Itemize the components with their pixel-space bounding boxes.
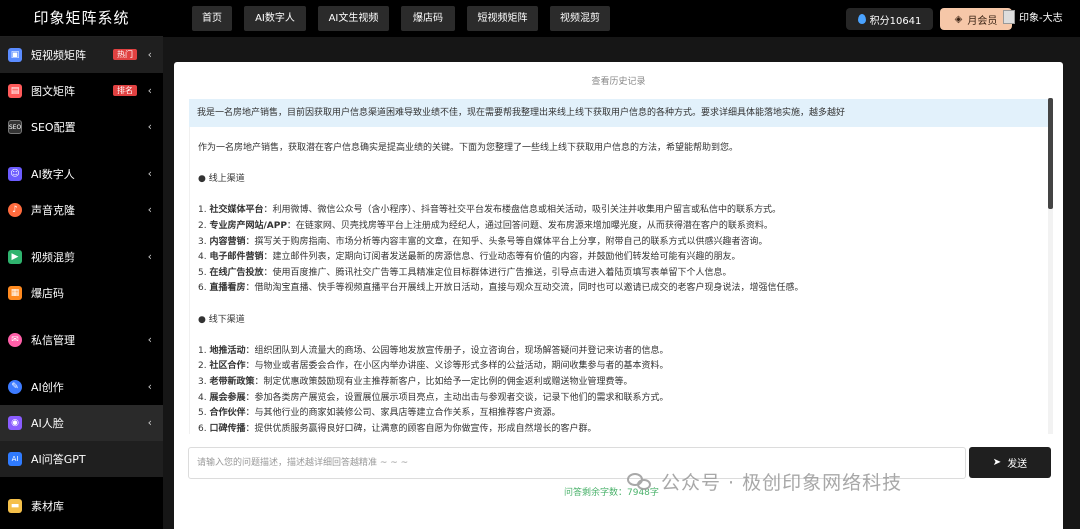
- chevron-left-icon: ‹: [147, 333, 152, 346]
- sidebar-item-label: 私信管理: [31, 334, 75, 347]
- username: 印象-大志: [1019, 13, 1063, 24]
- sidebar-item-ai-gpt[interactable]: AI AI问答GPT: [0, 441, 163, 477]
- sidebar-item-label: 素材库: [31, 500, 64, 513]
- tab-short-video-matrix[interactable]: 短视频矩阵: [467, 6, 538, 31]
- list-item: 2. 专业房产网站/APP：在链家网、贝壳找房等平台上注册成为经纪人，通过回答问…: [198, 220, 773, 231]
- tab-video-edit[interactable]: 视频混剪: [550, 6, 610, 31]
- vip-button[interactable]: ◈ 月会员: [940, 8, 1012, 30]
- rank-badge: 排名: [113, 85, 137, 96]
- hot-badge: 热门: [113, 49, 137, 60]
- history-link[interactable]: 查看历史记录: [174, 74, 1063, 87]
- chevron-left-icon: ‹: [147, 250, 152, 263]
- sidebar-item-label: AI创作: [31, 381, 64, 394]
- sidebar-item-label: SEO配置: [31, 121, 76, 134]
- list-item: 1. 地推活动：组织团队到人流量大的商场、公园等地发放宣传册子，设立咨询台，现场…: [198, 345, 669, 356]
- send-button[interactable]: ➤ 发送: [969, 447, 1051, 478]
- vip-label: 月会员: [967, 15, 998, 27]
- avatar: [1003, 9, 1015, 24]
- app-window: 印象矩阵系统 ▣ 短视频矩阵 热门 ‹ ▤ 图文矩阵 排名 ‹ SEO SEO配…: [0, 0, 1080, 529]
- list-item: 6. 直播看房：借助淘宝直播、快手等视频直播平台开展线上开放日活动，直接与观众互…: [198, 283, 804, 294]
- diamond-icon: ◈: [954, 13, 963, 25]
- sidebar-item-ai-digital-human[interactable]: ☺ AI数字人 ‹: [0, 156, 163, 192]
- topbar: 首页 AI数字人 AI文生视频 爆店码 短视频矩阵 视频混剪 积分10641 ◈…: [163, 0, 1080, 37]
- list-item: 2. 社区合作：与物业或者居委会合作，在小区内举办讲座、义诊等形式多样的公益活动…: [198, 361, 669, 372]
- sidebar-item-short-video-matrix[interactable]: ▣ 短视频矩阵 热门 ‹: [0, 37, 163, 73]
- list-item: 3. 内容营销：撰写关于购房指南、市场分析等内容丰富的文章，在知乎、头条号等自媒…: [198, 236, 768, 247]
- tab-home[interactable]: 首页: [192, 6, 232, 31]
- list-item: 1. 社交媒体平台：利用微博、微信公众号（含小程序）、抖音等社交平台发布楼盘信息…: [198, 205, 781, 216]
- user-menu[interactable]: 印象-大志: [1003, 9, 1063, 24]
- chat-panel: 查看历史记录 我是一名房地产销售，目前因获取用户信息渠道困难导致业绩不佳，现在需…: [174, 62, 1063, 529]
- list-item: 6. 口碑传播：提供优质服务赢得良好口碑，让满意的顾客自愿为你做宣传，形成自然增…: [198, 423, 597, 434]
- send-label: 发送: [1007, 459, 1028, 470]
- watermark: 公众号 · 极创印象网络科技: [627, 468, 902, 495]
- sidebar: 印象矩阵系统 ▣ 短视频矩阵 热门 ‹ ▤ 图文矩阵 排名 ‹ SEO SEO配…: [0, 0, 163, 529]
- ai-answer: 作为一名房地产销售，获取潜在客户信息确实是提高业绩的关键。下面为您整理了一些线上…: [189, 127, 1048, 434]
- sidebar-item-voice-clone[interactable]: ♪ 声音克隆 ‹: [0, 192, 163, 228]
- app-title: 印象矩阵系统: [0, 0, 163, 37]
- sidebar-item-label: 声音克隆: [31, 204, 75, 217]
- scrollbar-thumb[interactable]: [1048, 98, 1053, 209]
- ai-gpt-icon: AI: [8, 452, 22, 466]
- send-plane-icon: ➤: [992, 457, 1002, 468]
- sidebar-item-video-edit[interactable]: ▶ 视频混剪 ‹: [0, 239, 163, 275]
- user-question: 我是一名房地产销售，目前因获取用户信息渠道困难导致业绩不佳，现在需要帮我整理出来…: [189, 99, 1048, 127]
- chevron-left-icon: ‹: [147, 380, 152, 393]
- message-icon: ✉: [8, 333, 22, 347]
- offline-title: ● 线下渠道: [198, 314, 245, 325]
- chevron-left-icon: ‹: [147, 120, 152, 133]
- ai-create-icon: ✎: [8, 380, 22, 394]
- chevron-left-icon: ‹: [147, 48, 152, 61]
- sidebar-item-label: 图文矩阵: [31, 85, 75, 98]
- sidebar-item-ai-create[interactable]: ✎ AI创作 ‹: [0, 369, 163, 405]
- qrcode-icon: ▦: [8, 286, 22, 300]
- folder-icon: ▬: [8, 499, 22, 513]
- sidebar-item-label: 短视频矩阵: [31, 49, 86, 62]
- video-matrix-icon: ▣: [8, 48, 22, 62]
- chevron-left-icon: ‹: [147, 416, 152, 429]
- watermark-text: 公众号 · 极创印象网络科技: [661, 472, 903, 494]
- image-text-icon: ▤: [8, 84, 22, 98]
- sidebar-item-label: 爆店码: [31, 287, 64, 300]
- chevron-left-icon: ‹: [147, 167, 152, 180]
- sidebar-item-label: AI人脸: [31, 417, 64, 430]
- list-item: 5. 合作伙伴：与其他行业的商家如装修公司、家具店等建立合作关系，互相推荐客户资…: [198, 408, 561, 419]
- sidebar-item-message-manage[interactable]: ✉ 私信管理 ‹: [0, 322, 163, 358]
- sidebar-item-image-text-matrix[interactable]: ▤ 图文矩阵 排名 ‹: [0, 73, 163, 109]
- online-title: ● 线上渠道: [198, 174, 245, 185]
- sidebar-item-label: AI问答GPT: [31, 453, 86, 466]
- list-item: 3. 老带新政策：制定优惠政策鼓励现有业主推荐新客户，比如给予一定比例的佣金返利…: [198, 376, 633, 387]
- wechat-icon: [627, 471, 653, 493]
- points-value: 积分10641: [869, 15, 922, 27]
- tab-ai-digital-human[interactable]: AI数字人: [244, 6, 306, 31]
- ai-face-icon: ◉: [8, 416, 22, 430]
- list-item: 4. 电子邮件营销：建立邮件列表，定期向订阅者发送最新的房源信息、行业动态等有价…: [198, 252, 741, 263]
- sidebar-item-seo-config[interactable]: SEO SEO配置 ‹: [0, 109, 163, 145]
- answer-scrollbar[interactable]: [1048, 98, 1053, 434]
- sidebar-item-material-library[interactable]: ▬ 素材库: [0, 488, 163, 524]
- sidebar-item-ai-face[interactable]: ◉ AI人脸 ‹: [0, 405, 163, 441]
- tab-store-code[interactable]: 爆店码: [401, 6, 455, 31]
- points-drop-icon: [857, 14, 866, 24]
- video-edit-icon: ▶: [8, 250, 22, 264]
- digital-human-icon: ☺: [8, 167, 22, 181]
- tab-ai-text-to-video[interactable]: AI文生视频: [318, 6, 389, 31]
- answer-intro: 作为一名房地产销售，获取潜在客户信息确实是提高业绩的关键。下面为您整理了一些线上…: [198, 143, 739, 153]
- sidebar-item-store-code[interactable]: ▦ 爆店码: [0, 275, 163, 311]
- chevron-left-icon: ‹: [147, 203, 152, 216]
- sidebar-item-label: 视频混剪: [31, 251, 75, 264]
- chevron-left-icon: ‹: [147, 84, 152, 97]
- list-item: 5. 在线广告投放：使用百度推广、腾讯社交广告等工具精准定位目标群体进行广告推送…: [198, 267, 732, 278]
- sidebar-nav: ▣ 短视频矩阵 热门 ‹ ▤ 图文矩阵 排名 ‹ SEO SEO配置 ‹ ☺ A…: [0, 37, 163, 524]
- points-display[interactable]: 积分10641: [846, 8, 933, 30]
- sidebar-item-label: AI数字人: [31, 168, 75, 181]
- seo-icon: SEO: [8, 120, 22, 134]
- voice-clone-icon: ♪: [8, 203, 22, 217]
- list-item: 4. 展会参展：参加各类房产展览会，设置展位展示项目亮点，主动出击与参观者交谈，…: [198, 392, 669, 403]
